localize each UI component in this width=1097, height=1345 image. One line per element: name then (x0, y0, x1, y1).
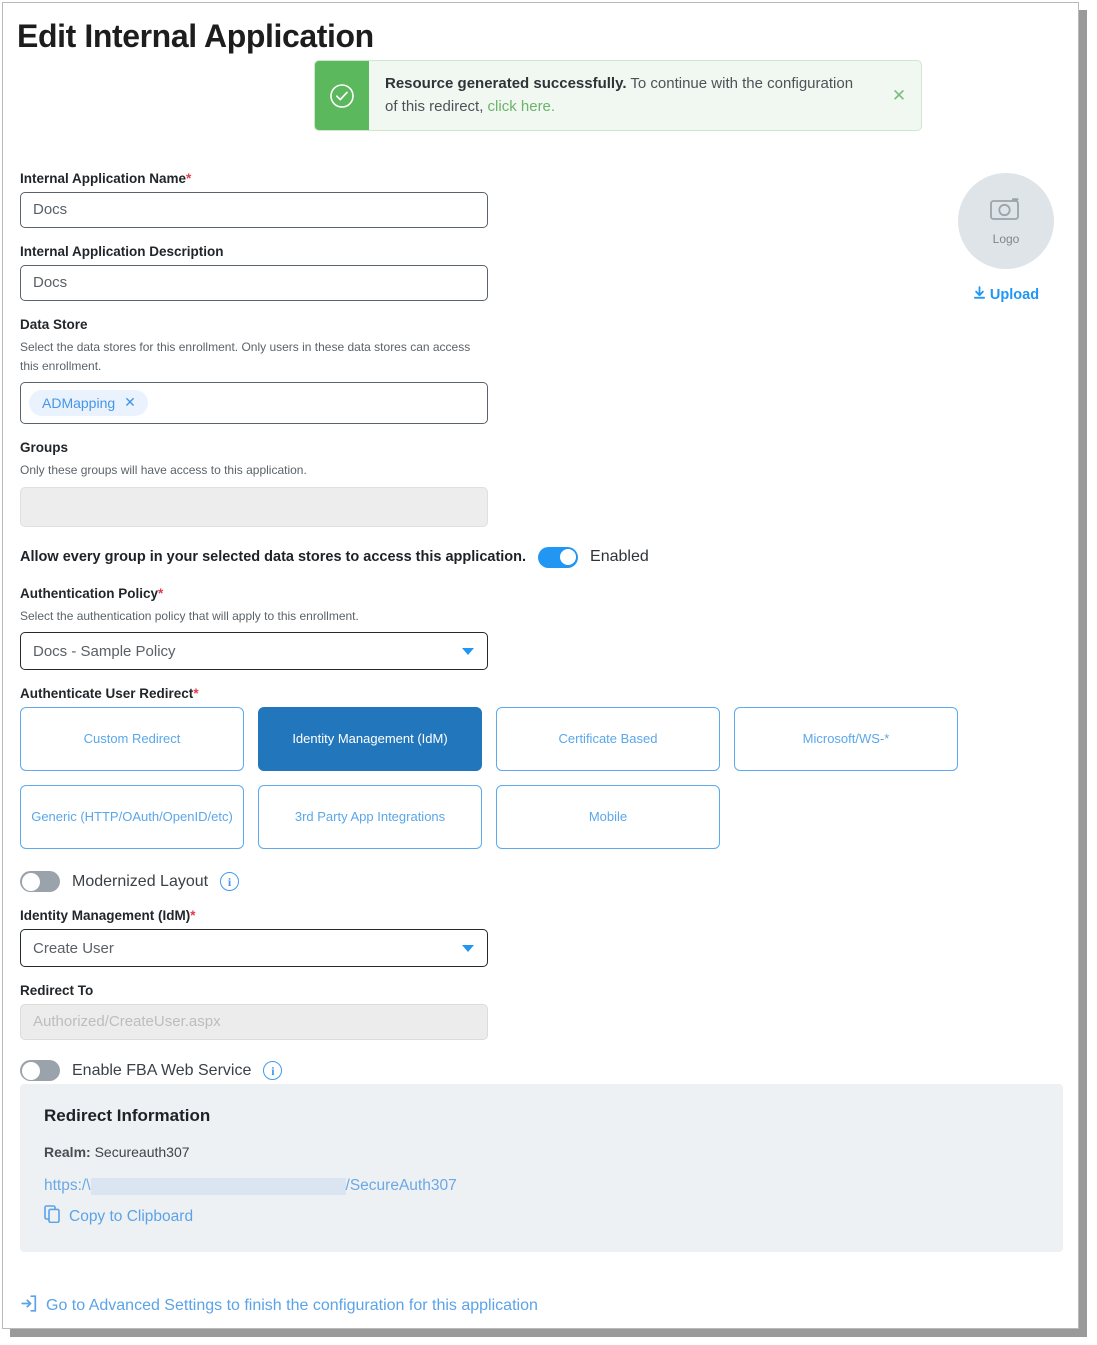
app-description-input[interactable]: Docs (20, 265, 488, 301)
redirect-type-grid: Custom Redirect Identity Management (IdM… (20, 707, 970, 850)
required-marker: * (193, 686, 199, 702)
redirect-information-heading: Redirect Information (44, 1106, 211, 1125)
fba-web-service-toggle[interactable] (20, 1060, 60, 1082)
field-authenticate-user-redirect: Authenticate User Redirect* Custom Redir… (20, 686, 980, 850)
alert-close-icon[interactable]: ✕ (877, 61, 921, 130)
realm-line: Realm: Secureauth307 (44, 1144, 1039, 1160)
auth-policy-help: Select the authentication policy that wi… (20, 608, 359, 623)
field-redirect-to: Redirect To Authorized/CreateUser.aspx (20, 983, 980, 1041)
redirect-type-custom-redirect[interactable]: Custom Redirect (20, 707, 244, 772)
idm-value: Create User (33, 939, 114, 957)
redirect-url: https:/\ /SecureAuth307 (44, 1177, 1039, 1195)
app-name-label: Internal Application Name* (20, 171, 192, 186)
chip-label: ADMapping (42, 394, 116, 411)
redirect-to-input: Authorized/CreateUser.aspx (20, 1004, 488, 1041)
enter-arrow-icon (20, 1295, 37, 1317)
close-icon[interactable]: ✕ (124, 394, 136, 411)
edit-application-form: Internal Application Name* Docs Internal… (20, 171, 980, 1082)
groups-input[interactable] (20, 486, 488, 527)
toggle-knob (21, 1061, 40, 1080)
allow-every-group-toggle[interactable] (538, 546, 579, 568)
redirect-type-certificate-based[interactable]: Certificate Based (496, 707, 720, 772)
required-marker: * (158, 585, 164, 601)
chevron-down-icon (462, 945, 474, 953)
alert-message: Resource generated successfully. To cont… (369, 61, 877, 130)
copy-icon (44, 1205, 61, 1228)
field-app-description: Internal Application Description Docs (20, 244, 980, 301)
authenticate-user-redirect-label: Authenticate User Redirect* (20, 686, 199, 702)
auth-policy-value: Docs - Sample Policy (33, 642, 176, 660)
realm-key: Realm: (44, 1144, 91, 1160)
redirect-type-3rd-party-app-integrations[interactable]: 3rd Party App Integrations (258, 785, 482, 850)
toggle-knob (558, 548, 577, 567)
alert-click-here-link[interactable]: click here. (488, 98, 556, 115)
advanced-settings-link[interactable]: Go to Advanced Settings to finish the co… (20, 1295, 538, 1317)
copy-to-clipboard-button[interactable]: Copy to Clipboard (44, 1205, 1039, 1228)
realm-value: Secureauth307 (94, 1144, 190, 1160)
redirect-url-suffix: /SecureAuth307 (345, 1177, 457, 1194)
modernized-layout-label: Modernized Layout (72, 872, 209, 890)
app-description-label: Internal Application Description (20, 244, 224, 259)
application-window: Edit Internal Application Resource gener… (2, 2, 1079, 1329)
copy-label: Copy to Clipboard (69, 1207, 194, 1225)
allow-every-group-label: Allow every group in your selected data … (20, 549, 527, 566)
redirect-url-prefix: https:/\ (44, 1177, 91, 1194)
data-store-chip: ADMapping ✕ (29, 390, 148, 417)
groups-label: Groups (20, 440, 69, 456)
info-icon[interactable]: i (263, 1061, 283, 1081)
required-marker: * (190, 908, 196, 924)
upload-label: Upload (989, 287, 1040, 303)
logo-label: Logo (992, 232, 1020, 246)
required-marker: * (186, 171, 192, 186)
advanced-settings-label: Go to Advanced Settings to finish the co… (46, 1297, 538, 1314)
modernized-layout-toggle[interactable] (20, 871, 60, 893)
groups-help: Only these groups will have access to th… (20, 463, 307, 478)
redirect-type-identity-management[interactable]: Identity Management (IdM) (258, 707, 482, 772)
alert-strong-text: Resource generated successfully. (385, 75, 627, 92)
redirect-type-generic[interactable]: Generic (HTTP/OAuth/OpenID/etc) (20, 785, 244, 850)
allow-every-group-row: Allow every group in your selected data … (20, 546, 980, 568)
field-app-name: Internal Application Name* Docs (20, 171, 980, 228)
idm-select[interactable]: Create User (20, 929, 488, 968)
app-name-input[interactable]: Docs (20, 192, 488, 228)
toggle-knob (21, 872, 40, 891)
auth-policy-select[interactable]: Docs - Sample Policy (20, 632, 488, 671)
alert-icon-strip (315, 61, 369, 130)
fba-web-service-label: Enable FBA Web Service (72, 1061, 252, 1079)
field-auth-policy: Authentication Policy* Select the authen… (20, 586, 980, 671)
data-store-help: Select the data stores for this enrollme… (20, 340, 471, 373)
redacted-host (90, 1177, 346, 1195)
page-title: Edit Internal Application (17, 18, 374, 54)
fba-web-service-row: Enable FBA Web Service i (20, 1060, 980, 1082)
data-store-label: Data Store (20, 317, 88, 332)
check-circle-icon (329, 83, 355, 109)
chevron-down-icon (462, 648, 474, 656)
field-groups: Groups Only these groups will have acces… (20, 440, 980, 527)
redirect-type-microsoft-ws[interactable]: Microsoft/WS-* (734, 707, 958, 772)
auth-policy-label: Authentication Policy* (20, 585, 164, 601)
page-body: Edit Internal Application Resource gener… (3, 3, 1078, 1328)
success-alert: Resource generated successfully. To cont… (314, 60, 922, 131)
redirect-information-panel: Redirect Information Realm: Secureauth30… (20, 1084, 1063, 1252)
redirect-to-label: Redirect To (20, 983, 94, 999)
field-idm: Identity Management (IdM)* Create User (20, 908, 980, 968)
info-icon[interactable]: i (220, 872, 240, 892)
camera-icon (989, 196, 1023, 228)
idm-label: Identity Management (IdM)* (20, 908, 196, 924)
field-data-store: Data Store Select the data stores for th… (20, 317, 980, 425)
data-store-input[interactable]: ADMapping ✕ (20, 382, 488, 425)
allow-every-group-state: Enabled (590, 548, 649, 566)
modernized-layout-row: Modernized Layout i (20, 871, 980, 893)
redirect-type-mobile[interactable]: Mobile (496, 785, 720, 850)
